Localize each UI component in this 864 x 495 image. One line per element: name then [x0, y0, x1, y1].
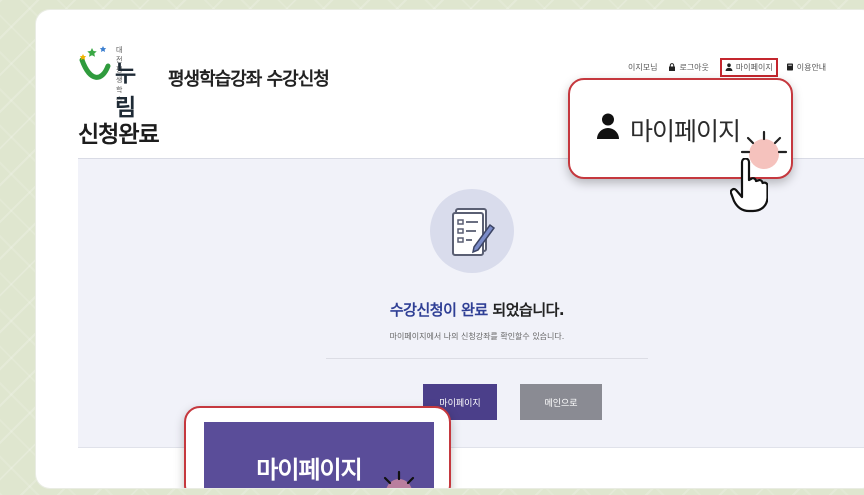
- top-link-label: 로그아웃: [679, 62, 709, 72]
- top-link-label: 이지모님: [628, 62, 658, 72]
- click-burst-icon: [383, 470, 415, 488]
- top-link-guide[interactable]: 이용안내: [786, 62, 826, 73]
- hand-cursor-icon: [730, 158, 768, 213]
- app-title: 평생학습강좌 수강신청: [168, 69, 330, 90]
- completion-message: 수강신청이 완료 되었습니다.: [78, 299, 864, 320]
- clipboard-icon: [452, 208, 496, 256]
- top-link-username: 이지모님: [628, 62, 657, 73]
- main-page-button[interactable]: 메인으로: [520, 384, 602, 420]
- callout-label: 마이페이지: [630, 117, 741, 146]
- lock-icon: [669, 63, 676, 71]
- top-link-label: 마이페이지: [735, 62, 773, 72]
- zoom-callout-mypage-button: 마이페이지: [184, 406, 451, 488]
- top-link-mypage[interactable]: 마이페이지: [719, 57, 778, 77]
- completion-message-rest: 되었습니다.: [487, 301, 565, 319]
- completion-message-highlight: 수강신청이 완료: [389, 301, 488, 319]
- page-title: 신청완료: [78, 122, 160, 148]
- completion-sub-message: 마이페이지에서 나의 신청강좌를 확인할수 있습니다.: [389, 332, 565, 341]
- person-icon: [597, 113, 619, 139]
- top-nav: 이지모님 로그아웃 마이페이지 이용안내: [628, 57, 837, 77]
- logo-mark-icon: [79, 46, 111, 80]
- callout-label: 마이페이지: [256, 456, 362, 484]
- divider: [326, 358, 648, 359]
- book-icon: [786, 63, 793, 71]
- top-link-label: 이용안내: [796, 62, 827, 72]
- top-link-logout[interactable]: 로그아웃: [668, 62, 709, 73]
- logo-text: 누림: [115, 61, 136, 121]
- person-icon: [725, 63, 733, 71]
- main-card: 대전평생학습 누림 평생학습강좌 수강신청 이지모님 로그아웃 마이페이지 이용…: [36, 10, 864, 488]
- application-form-icon: [430, 189, 514, 273]
